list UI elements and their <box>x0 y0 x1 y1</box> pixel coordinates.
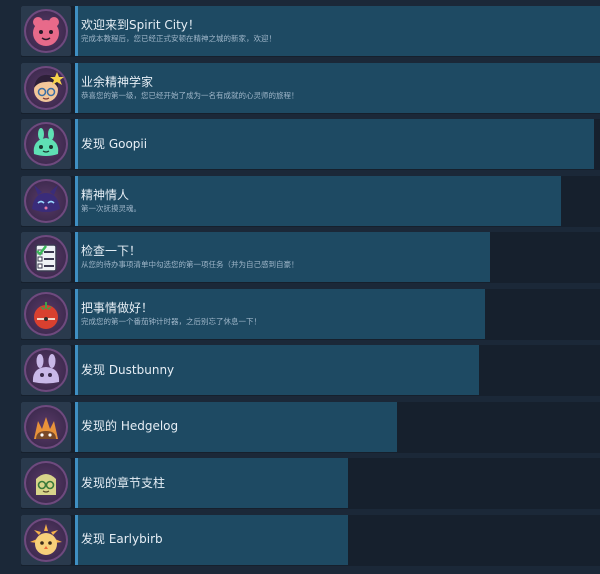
achievement-title: 发现 Dustbunny <box>81 362 175 377</box>
achievement-title: 发现 Goopii <box>81 136 148 151</box>
achievement-page: 欢迎来到Spirit City！ 完成本教程后，您已经正式安顿在精神之城的新家，… <box>0 0 600 574</box>
achievement-icon-frame <box>21 514 71 565</box>
progress-accent <box>75 119 78 169</box>
achievement-icon-frame <box>21 345 71 395</box>
tomato-timer-icon <box>24 291 68 336</box>
goopii-icon <box>24 122 68 166</box>
achievement-description: 第一次抚摸灵魂。 <box>81 203 141 213</box>
chapter-pillar-icon <box>24 461 68 505</box>
achievement-description: 从您的待办事项清单中勾选您的第一项任务（并为自己感到自豪！ <box>81 260 299 269</box>
achievement-row[interactable]: 发现 Dustbunny <box>21 345 600 396</box>
achievement-title: 业余精神学家 <box>81 74 154 89</box>
progress-accent <box>75 62 78 113</box>
achievement-row[interactable]: 把事情做好！ 完成您的第一个番茄钟计时器，之后别忘了休息一下！ <box>21 288 600 340</box>
achievement-row[interactable]: 发现 Earlybirb <box>21 514 600 566</box>
pink-spirit-icon <box>24 9 68 53</box>
achievement-title: 发现的 Hedgelog <box>81 419 179 433</box>
dustbunny-icon <box>24 348 68 392</box>
progress-accent <box>75 458 78 508</box>
achievement-description: 完成您的第一个番茄钟计时器，之后别忘了休息一下！ <box>81 316 261 326</box>
progress-accent <box>75 345 78 395</box>
achievement-icon-frame <box>21 401 71 452</box>
spirit-lover-icon <box>24 178 68 223</box>
progress-accent <box>75 6 78 56</box>
achievement-title: 发现 Earlybirb <box>81 532 163 546</box>
achievement-row[interactable]: 检查一下！ 从您的待办事项清单中勾选您的第一项任务（并为自己感到自豪！ <box>21 232 600 283</box>
progress-accent <box>75 401 78 452</box>
achievement-title: 检查一下！ <box>81 244 142 258</box>
achievement-title: 发现的章节支柱 <box>81 475 166 490</box>
achievement-row[interactable]: 发现的章节支柱 <box>21 458 600 509</box>
achievement-row[interactable]: 欢迎来到Spirit City！ 完成本教程后，您已经正式安顿在精神之城的新家，… <box>21 6 600 57</box>
achievement-icon-frame <box>21 62 71 113</box>
progress-accent <box>75 288 78 339</box>
achievement-icon-frame <box>21 175 71 226</box>
achievement-row[interactable]: 业余精神学家 恭喜您的第一级，您已经开始了成为一名有成就的心灵师的旅程！ <box>21 62 600 114</box>
achievement-icon-frame <box>21 232 71 282</box>
progress-accent <box>75 175 78 226</box>
achievement-title: 欢迎来到Spirit City！ <box>81 18 200 32</box>
hedgelog-icon <box>24 404 68 449</box>
achievement-list: 欢迎来到Spirit City！ 完成本教程后，您已经正式安顿在精神之城的新家，… <box>21 6 600 571</box>
achievement-title: 把事情做好！ <box>81 300 154 315</box>
progress-accent <box>75 514 78 565</box>
achievement-description: 恭喜您的第一级，您已经开始了成为一名有成就的心灵师的旅程！ <box>81 90 299 100</box>
achievement-icon-frame <box>21 6 71 56</box>
earlybirb-icon <box>24 517 68 562</box>
progress-accent <box>75 232 78 282</box>
spiritologist-girl-icon <box>24 65 68 110</box>
achievement-row[interactable]: 发现 Goopii <box>21 119 600 170</box>
achievement-icon-frame <box>21 288 71 339</box>
achievement-icon-frame <box>21 458 71 508</box>
achievement-title: 精神情人 <box>81 187 130 202</box>
achievement-row[interactable]: 发现的 Hedgelog <box>21 401 600 453</box>
checklist-icon <box>24 235 68 279</box>
achievement-icon-frame <box>21 119 71 169</box>
achievement-description: 完成本教程后，您已经正式安顿在精神之城的新家，欢迎！ <box>81 34 276 43</box>
achievement-row[interactable]: 精神情人 第一次抚摸灵魂。 <box>21 175 600 227</box>
